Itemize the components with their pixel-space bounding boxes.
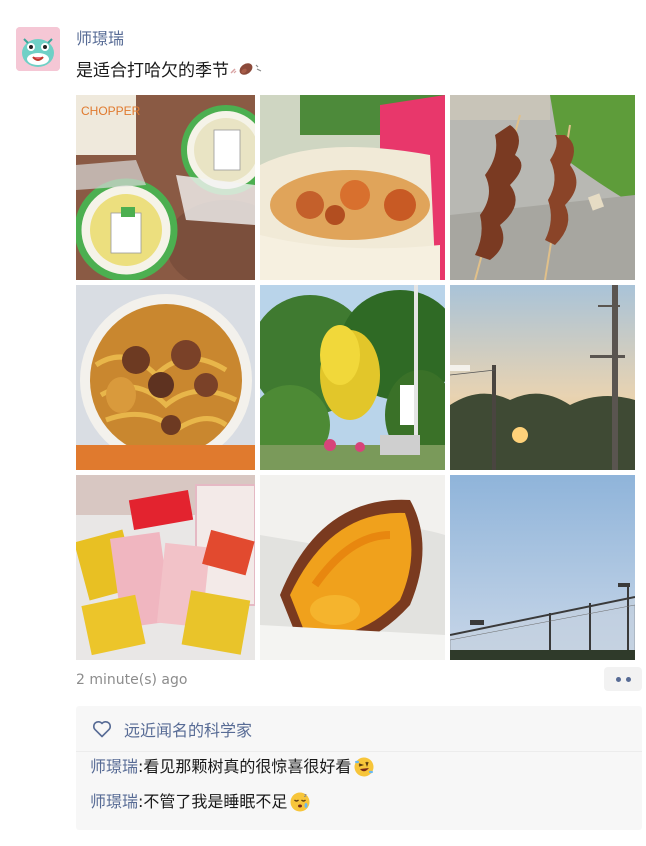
comment-author[interactable]: 师璟瑞 [90, 756, 138, 778]
photo-sunset-poles[interactable] [450, 285, 635, 470]
comment-item[interactable]: 师璟瑞: 看见那颗树真的很惊喜很好看 [90, 756, 375, 778]
comment-text: 看见那颗树真的很惊喜很好看 [143, 757, 352, 776]
sleepy-face-emoji-icon: z [289, 791, 311, 813]
likes-divider [76, 751, 642, 752]
photo-candy-basket[interactable] [76, 475, 255, 660]
avatar[interactable] [16, 27, 60, 71]
liker-name[interactable]: 远近闻名的科学家 [124, 717, 252, 741]
photo-snack-packages[interactable]: CHOPPER [76, 95, 255, 280]
comment-author[interactable]: 师璟瑞 [90, 791, 138, 813]
more-dot-icon [615, 676, 621, 682]
svg-text:z: z [304, 793, 307, 799]
likes-row: 远近闻名的科学家 [92, 718, 252, 740]
photo-pancake-wrap[interactable] [260, 95, 445, 280]
heart-outline-icon [92, 720, 112, 738]
sweet-potato-emoji-icon [229, 61, 263, 81]
more-actions-button[interactable] [604, 667, 642, 691]
comment-item[interactable]: 师璟瑞: 不管了我是睡眠不足 z [90, 791, 311, 813]
post-timestamp: 2 minute(s) ago [76, 672, 188, 688]
photo-noodle-bowl[interactable] [76, 285, 255, 470]
photo-roasted-sweet-potato[interactable] [260, 475, 445, 660]
interaction-panel: 远近闻名的科学家 师璟瑞: 看见那颗树真的很惊喜很好看 师璟瑞: 不管了我是睡眠… [76, 706, 642, 830]
post-text: 是适合打哈欠的季节 [76, 59, 263, 83]
photo-grid: CHOPPER [76, 95, 635, 660]
photo-park-trees[interactable] [260, 285, 445, 470]
photo-sky-net[interactable] [450, 475, 635, 660]
photo-grilled-skewers[interactable] [450, 95, 635, 280]
rofl-emoji-icon [353, 756, 375, 778]
post-text-content: 是适合打哈欠的季节 [76, 61, 229, 81]
svg-text:CHOPPER: CHOPPER [81, 104, 141, 118]
comment-text: 不管了我是睡眠不足 [143, 792, 288, 811]
post-author-name[interactable]: 师璟瑞 [76, 28, 124, 50]
more-dot-icon [625, 676, 631, 682]
